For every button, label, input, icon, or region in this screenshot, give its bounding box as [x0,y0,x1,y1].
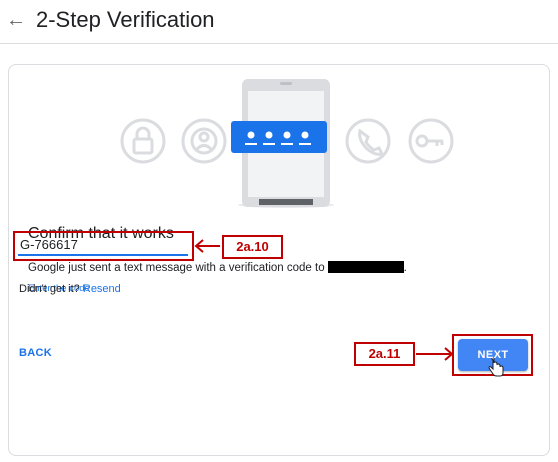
annotation-arrow-right-icon [416,347,454,361]
page-header: ← 2-Step Verification [0,0,558,44]
key-icon [408,118,454,164]
code-bubble [231,121,327,153]
redacted-phone-number [327,261,404,273]
message-end: . [403,262,407,274]
hand-cursor-icon [488,358,504,377]
verification-message: Google just sent a text message with a v… [28,261,407,274]
call-icon [345,118,391,164]
back-button[interactable]: BACK [19,347,52,359]
account-icon [181,118,227,164]
didnt-get-it: Didn't get it? Resend [19,283,121,295]
message-text: Google just sent a text message with a v… [28,262,325,274]
header-divider [0,43,558,44]
back-arrow-icon[interactable]: ← [6,10,26,30]
lock-icon [120,118,166,164]
didnt-get-text: Didn't get it? [19,283,80,295]
annotation-label-next: 2a.11 [354,342,415,366]
verification-illustration [120,79,454,208]
resend-link[interactable]: Resend [83,283,121,295]
annotation-label-input: 2a.10 [222,235,283,259]
page-title: 2-Step Verification [36,7,215,32]
annotation-box-code-input [13,231,194,261]
annotation-arrow-left-icon [194,239,220,253]
